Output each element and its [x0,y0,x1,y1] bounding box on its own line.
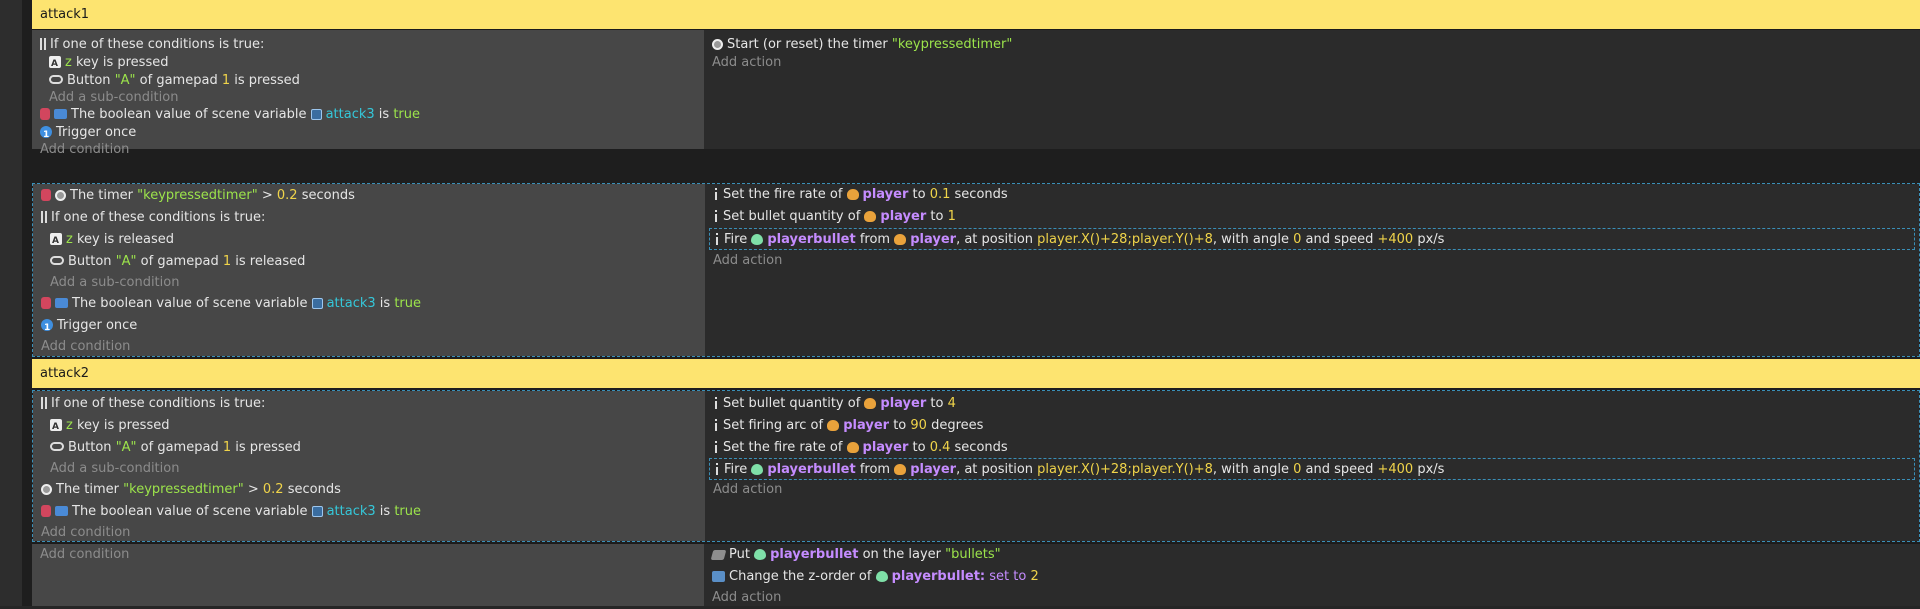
variable-icon [40,108,50,120]
info-icon [713,441,719,453]
trigger-once-condition[interactable]: Trigger once [41,315,137,339]
variable-icon [41,189,51,201]
gamepad-condition[interactable]: Button "A" of gamepad 1 is released [50,251,305,273]
add-action-link[interactable]: Add action [713,479,782,501]
playerbullet-object-icon [751,234,764,245]
or-icon [41,397,47,409]
scene-variable-icon [310,109,322,120]
conditions-panel[interactable]: If one of these conditions is true: z ke… [32,30,704,157]
info-icon [713,188,719,200]
actions-panel[interactable]: Set bullet quantity of player to 4 Set f… [705,391,1919,541]
playerbullet-object-icon [875,571,888,582]
key-pressed-condition[interactable]: z key is pressed [50,415,169,438]
add-condition-link[interactable]: Add condition [40,544,129,566]
event-attack1-start[interactable]: If one of these conditions is true: z ke… [32,29,1920,157]
z-order-icon [712,571,725,582]
event-attack1-fire[interactable]: The timer "keypressedtimer" > 0.2 second… [32,183,1920,357]
conditions-panel[interactable]: Add condition [32,544,704,606]
keyboard-icon [49,53,61,75]
set-bullet-quantity-action[interactable]: Set bullet quantity of player to 4 [713,393,956,415]
info-icon [714,233,720,245]
event-attack2-layer[interactable]: Add condition Put playerbullet on the la… [32,543,1920,606]
group-header-attack2[interactable]: attack2 [32,359,1920,388]
player-object-icon [846,442,859,453]
gamepad-icon [49,75,63,84]
put-on-layer-action[interactable]: Put playerbullet on the layer "bullets" [710,544,1001,566]
actions-panel[interactable]: Put playerbullet on the layer "bullets" … [704,544,1920,606]
add-condition-link[interactable]: Add condition [41,336,130,358]
player-object-icon [894,464,907,475]
gamepad-icon [50,256,64,265]
boolean-icon [55,506,68,516]
timer-condition[interactable]: The timer "keypressedtimer" > 0.2 second… [41,479,341,501]
gamepad-condition[interactable]: Button "A" of gamepad 1 is pressed [50,437,301,459]
info-icon [713,397,719,409]
playerbullet-object-icon [754,549,767,560]
keyboard-icon [50,230,62,252]
timer-icon [55,190,66,201]
trigger-once-icon [40,124,52,146]
event-attack2-fire[interactable]: If one of these conditions is true: z ke… [32,390,1920,542]
playerbullet-object-icon [751,464,764,475]
fire-action[interactable]: Fire playerbullet from player, at positi… [709,458,1915,480]
key-released-condition[interactable]: z key is released [50,229,174,252]
add-condition-link[interactable]: Add condition [41,522,130,544]
add-action-link[interactable]: Add action [712,52,781,74]
add-condition-link[interactable]: Add condition [40,139,129,161]
scene-variable-icon [311,298,323,309]
variable-icon [41,505,51,517]
add-sub-condition-link[interactable]: Add a sub-condition [50,272,179,294]
fire-action[interactable]: Fire playerbullet from player, at positi… [709,228,1915,250]
change-z-order-action[interactable]: Change the z-order of playerbullet: set … [712,566,1039,588]
set-fire-rate-action[interactable]: Set the fire rate of player to 0.1 secon… [713,184,1008,206]
actions-panel[interactable]: Start (or reset) the timer "keypressedti… [704,30,1920,149]
add-action-link[interactable]: Add action [713,250,782,272]
gamepad-icon [50,442,64,451]
scene-variable-icon [311,506,323,517]
player-object-icon [864,398,877,409]
trigger-once-icon [41,317,53,339]
boolean-variable-condition[interactable]: The boolean value of scene variable atta… [41,501,421,523]
or-icon [41,211,47,223]
or-icon [40,38,46,50]
info-icon [713,210,719,222]
set-firing-arc-action[interactable]: Set firing arc of player to 90 degrees [713,415,983,437]
conditions-panel[interactable]: The timer "keypressedtimer" > 0.2 second… [33,184,705,356]
boolean-icon [55,298,68,308]
actions-panel[interactable]: Set the fire rate of player to 0.1 secon… [705,184,1919,356]
player-object-icon [894,234,907,245]
or-condition[interactable]: If one of these conditions is true: [41,393,265,415]
group-title: attack1 [40,7,90,22]
timer-icon [41,484,52,495]
timer-condition[interactable]: The timer "keypressedtimer" > 0.2 second… [41,185,355,207]
boolean-icon [54,109,67,119]
or-condition[interactable]: If one of these conditions is true: [41,207,265,229]
group-header-attack1[interactable]: attack1 [32,0,1920,29]
set-bullet-quantity-action[interactable]: Set bullet quantity of player to 1 [713,206,956,228]
variable-icon [41,297,51,309]
conditions-panel[interactable]: If one of these conditions is true: z ke… [33,391,705,541]
keyboard-icon [50,416,62,438]
player-object-icon [846,189,859,200]
player-object-icon [864,211,877,222]
player-object-icon [827,420,840,431]
event-sheet[interactable]: attack1 If one of these conditions is tr… [22,0,1920,606]
left-gutter [0,0,22,606]
layer-icon [710,550,727,560]
info-icon [713,419,719,431]
timer-icon [712,39,723,50]
info-icon [714,463,720,475]
group-title: attack2 [40,366,90,381]
set-fire-rate-action[interactable]: Set the fire rate of player to 0.4 secon… [713,437,1008,459]
add-sub-condition-link[interactable]: Add a sub-condition [50,458,179,480]
boolean-variable-condition[interactable]: The boolean value of scene variable atta… [41,293,421,315]
